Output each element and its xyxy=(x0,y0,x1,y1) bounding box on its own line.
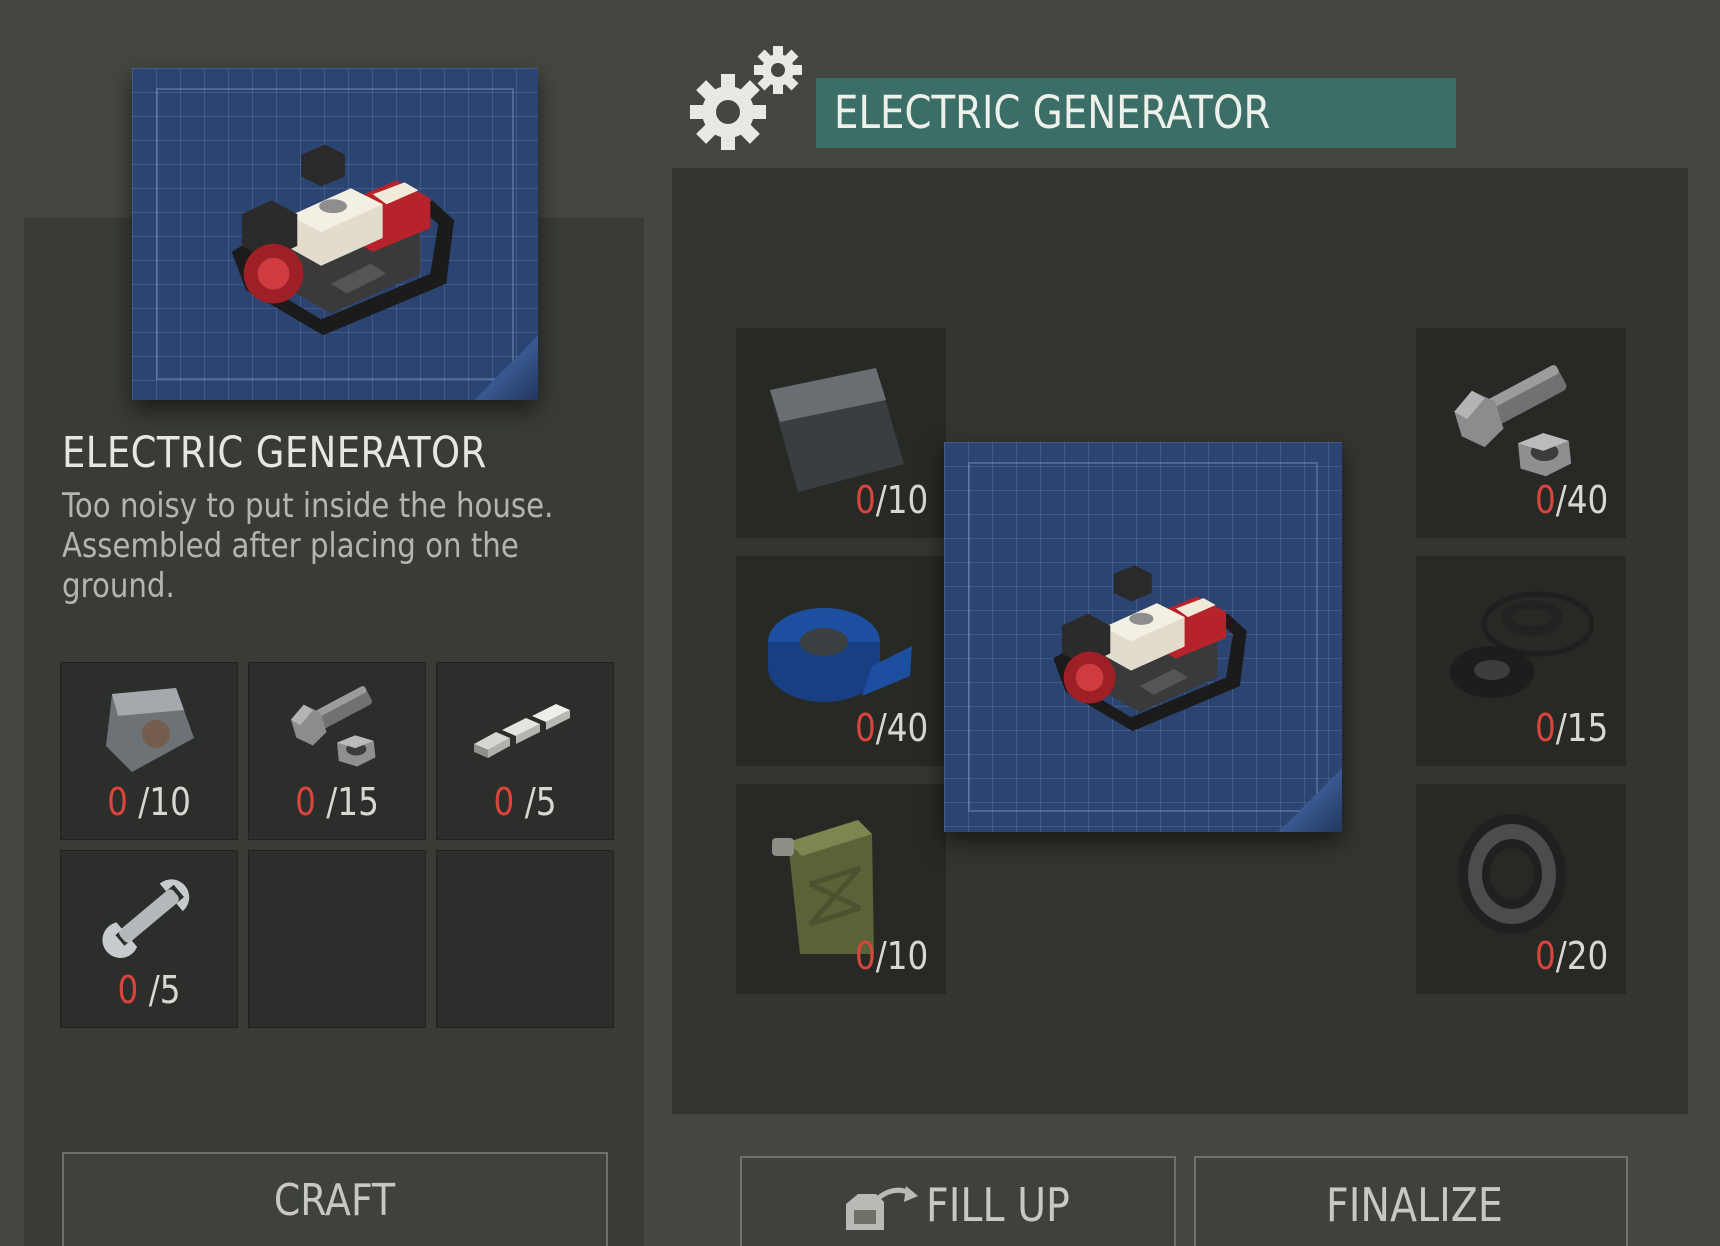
rubber-seals-icon xyxy=(1450,591,1594,698)
ingredient-slot[interactable]: 0/10 xyxy=(736,784,946,994)
requirement-count: 0 /5 xyxy=(493,780,557,824)
fill-up-icon xyxy=(846,1186,918,1230)
duct-tape-icon xyxy=(768,608,912,702)
ingredient-slot[interactable]: 0/10 xyxy=(736,328,946,538)
bolt-nut-icon xyxy=(1442,348,1594,498)
ingredient-count: 0/40 xyxy=(854,706,928,750)
ingredient-count: 0/10 xyxy=(854,934,928,978)
ingredient-count: 0/40 xyxy=(1534,478,1608,522)
requirement-slot[interactable]: 0 /5 xyxy=(60,850,238,1028)
wrench-icon xyxy=(102,879,190,958)
blueprint-card[interactable] xyxy=(132,68,538,400)
assembly-blueprint[interactable] xyxy=(944,442,1342,832)
bolt-nut-icon xyxy=(282,680,392,776)
jerrycan-icon xyxy=(772,820,874,954)
ingredient-count: 0/20 xyxy=(1534,934,1608,978)
metal-ingots-icon xyxy=(474,704,570,758)
ingredient-slot[interactable]: 0/20 xyxy=(1416,784,1626,994)
item-description: Too noisy to put inside the house. Assem… xyxy=(62,486,554,606)
assembly-area: 0/10 0/40 0/10 0/40 0/15 0/20 xyxy=(672,168,1688,1114)
requirement-slot[interactable]: 0 /15 xyxy=(248,662,426,840)
ingredient-count: 0/15 xyxy=(1534,706,1608,750)
item-info-panel: ELECTRIC GENERATOR Too noisy to put insi… xyxy=(0,0,644,1246)
metal-sheet-icon xyxy=(770,368,904,492)
metal-plate-icon xyxy=(106,688,194,772)
item-title: ELECTRIC GENERATOR xyxy=(62,428,487,478)
ingredient-slot[interactable]: 0/15 xyxy=(1416,556,1626,766)
ingredient-count: 0/10 xyxy=(854,478,928,522)
requirement-count: 0 /15 xyxy=(295,780,379,824)
finalize-button[interactable]: FINALIZE xyxy=(1194,1156,1628,1246)
requirement-slot[interactable]: 0 /5 xyxy=(436,662,614,840)
recipe-title: ELECTRIC GENERATOR xyxy=(834,86,1271,139)
craft-button[interactable]: CRAFT xyxy=(62,1152,608,1246)
crafting-screen: ELECTRIC GENERATOR Too noisy to put insi… xyxy=(0,0,1720,1246)
electric-generator-icon xyxy=(202,124,470,344)
bearing-icon xyxy=(1458,814,1566,934)
blueprint-curl xyxy=(1278,768,1342,832)
ingredient-slot[interactable]: 0/40 xyxy=(1416,328,1626,538)
assembly-panel: ELECTRIC GENERATOR 0/10 0/40 0/10 0/40 0… xyxy=(644,0,1720,1246)
requirement-count: 0 /5 xyxy=(117,968,181,1012)
requirements-grid: 0 /10 0 /15 0 /5 0 /5 xyxy=(60,662,614,1028)
requirement-count: 0 /10 xyxy=(107,780,191,824)
fill-up-label: FILL UP xyxy=(926,1178,1070,1232)
fill-up-button[interactable]: FILL UP xyxy=(740,1156,1176,1246)
electric-generator-icon xyxy=(1026,548,1262,738)
empty-requirement-slot xyxy=(248,850,426,1028)
blueprint-curl xyxy=(474,336,538,400)
requirement-slot[interactable]: 0 /10 xyxy=(60,662,238,840)
empty-requirement-slot xyxy=(436,850,614,1028)
finalize-label: FINALIZE xyxy=(1326,1178,1503,1232)
recipe-title-bar: ELECTRIC GENERATOR xyxy=(816,78,1456,148)
ingredient-slot[interactable]: 0/40 xyxy=(736,556,946,766)
gears-icon xyxy=(690,46,802,150)
craft-button-label: CRAFT xyxy=(274,1175,396,1226)
